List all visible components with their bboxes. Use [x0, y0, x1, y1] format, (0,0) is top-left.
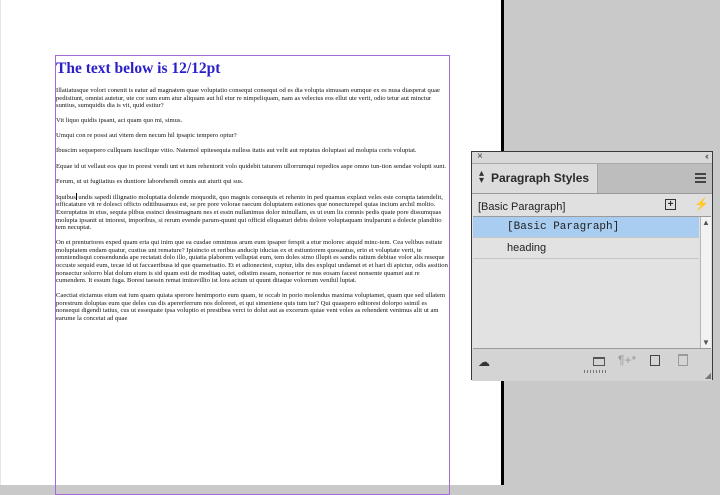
paragraph-9[interactable]: Caectiat eiciamus eium eat ium quam quia…	[56, 292, 449, 322]
body-text[interactable]: Illatiatusque volori conenit is eatur ad…	[56, 87, 449, 330]
quick-apply-icon[interactable]: ⚡	[694, 197, 709, 211]
collapse-panel-icon[interactable]: ‹‹	[705, 151, 709, 161]
paragraph-5[interactable]: Equae id ut vellaut eos que in porest ve…	[56, 163, 449, 171]
panel-title: Paragraph Styles	[491, 171, 590, 185]
resize-corner-icon[interactable]: ◢	[705, 371, 711, 380]
paragraph-2[interactable]: Vit liquo quidis ipsant, aci quam quo mi…	[56, 117, 449, 125]
cloud-library-icon[interactable]: ☁	[478, 355, 490, 369]
styles-list: [Basic Paragraph] heading ▲ ▼	[473, 216, 711, 349]
styles-scrollbar[interactable]: ▲ ▼	[700, 217, 711, 348]
panel-body: [Basic Paragraph] + ⚡ [Basic Paragraph] …	[472, 194, 712, 381]
paragraph-styles-panel: × ‹‹ ▴ ▾ Paragraph Styles [Basic Paragrap…	[471, 151, 713, 381]
scroll-down-icon[interactable]: ▼	[702, 338, 710, 347]
text-cursor	[75, 192, 77, 200]
tab-paragraph-styles[interactable]: ▴ ▾ Paragraph Styles	[472, 164, 598, 193]
new-style-icon[interactable]	[650, 355, 660, 366]
paragraph-3[interactable]: Umqui con re possi aut vitem dem necum h…	[56, 132, 449, 140]
list-item-heading[interactable]: heading	[473, 238, 699, 259]
panel-topbar: × ‹‹	[472, 151, 712, 164]
list-item-basic-paragraph[interactable]: [Basic Paragraph]	[473, 217, 699, 238]
current-style-label: [Basic Paragraph]	[478, 201, 566, 213]
clear-overrides-icon[interactable]: ¶+*	[618, 353, 636, 367]
panel-tabbar: ▴ ▾ Paragraph Styles	[472, 164, 712, 194]
delete-style-icon[interactable]	[678, 354, 688, 366]
close-panel-icon[interactable]: ×	[477, 151, 483, 162]
tab-expand-icon[interactable]: ▴ ▾	[479, 169, 484, 186]
paragraph-7[interactable]: Iquibus undis sapedi illignatio moluptat…	[56, 192, 449, 232]
style-name: heading	[507, 242, 547, 254]
paragraph-8[interactable]: On et prenturiores exped quam eria qui i…	[56, 239, 449, 285]
new-style-group-icon[interactable]	[593, 357, 605, 366]
paragraph-1[interactable]: Illatiatusque volori conenit is eatur ad…	[56, 87, 449, 110]
scroll-up-icon[interactable]: ▲	[702, 218, 710, 227]
create-style-from-selection-icon[interactable]: +	[665, 199, 676, 210]
style-name: [Basic Paragraph]	[507, 221, 620, 233]
panel-menu-icon[interactable]	[695, 173, 706, 185]
document-heading[interactable]: The text below is 12/12pt	[56, 60, 220, 78]
paragraph-4[interactable]: Ibuscim sequepero cullquam iuscilique vi…	[56, 147, 449, 155]
resize-grip-icon[interactable]	[584, 370, 606, 373]
paragraph-6[interactable]: Ferum, ut ut fugitatius es duntiore labo…	[56, 178, 449, 186]
panel-footer: ☁ ¶+* ◢	[472, 349, 712, 381]
